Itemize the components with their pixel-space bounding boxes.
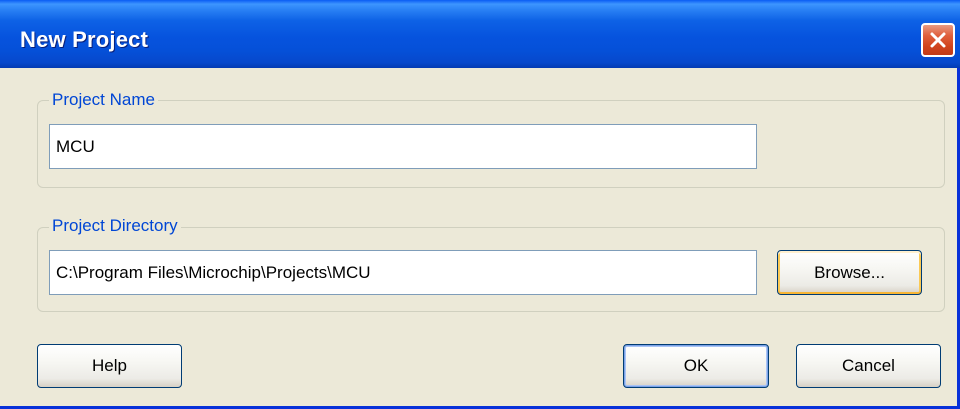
new-project-dialog: New Project Project Name Project Directo… bbox=[0, 0, 960, 409]
browse-button[interactable]: Browse... bbox=[777, 250, 922, 295]
ok-button[interactable]: OK bbox=[623, 344, 769, 388]
project-directory-label: Project Directory bbox=[49, 216, 181, 236]
project-directory-input[interactable] bbox=[49, 250, 757, 295]
title-bar[interactable]: New Project bbox=[0, 0, 960, 68]
close-button[interactable] bbox=[921, 23, 955, 57]
dialog-title: New Project bbox=[20, 27, 149, 52]
close-icon bbox=[930, 32, 946, 48]
cancel-button[interactable]: Cancel bbox=[796, 344, 941, 388]
help-button[interactable]: Help bbox=[37, 344, 182, 388]
project-name-input[interactable] bbox=[49, 124, 757, 169]
project-name-label: Project Name bbox=[49, 90, 158, 110]
